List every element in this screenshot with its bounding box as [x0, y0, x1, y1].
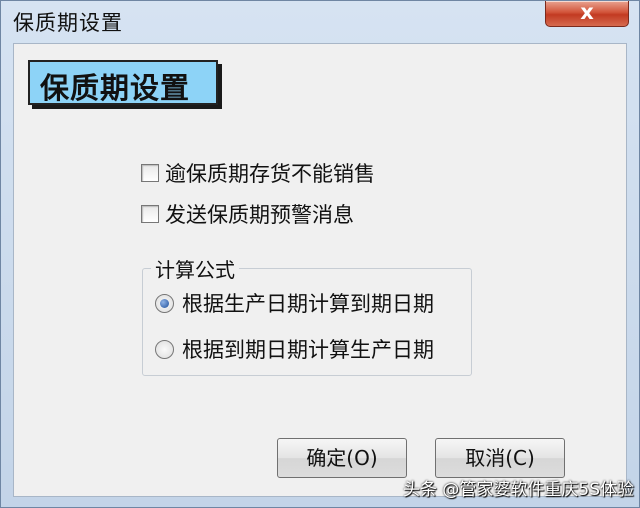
checkbox-row-no-sale-expired[interactable]: 逾保质期存货不能销售 — [141, 160, 375, 186]
window-title: 保质期设置 — [13, 11, 123, 35]
radio-production-to-expiry[interactable] — [155, 293, 174, 313]
checkbox-row-send-warning[interactable]: 发送保质期预警消息 — [141, 201, 354, 227]
checkbox-label: 逾保质期存货不能销售 — [165, 162, 375, 186]
checkbox-no-sale-expired[interactable] — [141, 164, 159, 182]
title-bar[interactable]: 保质期设置 x — [1, 0, 639, 41]
watermark-text: 头条 @管家婆软件重庆5S体验 — [402, 480, 634, 500]
checkbox-label: 发送保质期预警消息 — [165, 203, 354, 227]
radio-label: 根据到期日期计算生产日期 — [182, 338, 434, 362]
radio-expiry-to-production[interactable] — [155, 339, 174, 359]
radio-row-expiry-to-production[interactable]: 根据到期日期计算生产日期 — [155, 336, 434, 362]
radio-row-production-to-expiry[interactable]: 根据生产日期计算到期日期 — [155, 290, 434, 316]
close-button[interactable]: x — [545, 0, 629, 27]
ok-button[interactable]: 确定(O) — [277, 438, 407, 478]
radio-label: 根据生产日期计算到期日期 — [182, 292, 434, 316]
checkbox-send-warning[interactable] — [141, 205, 159, 223]
page-title: 保质期设置 — [28, 60, 218, 105]
formula-group-title: 计算公式 — [151, 254, 239, 283]
cancel-button[interactable]: 取消(C) — [435, 438, 565, 478]
close-icon: x — [580, 0, 594, 24]
